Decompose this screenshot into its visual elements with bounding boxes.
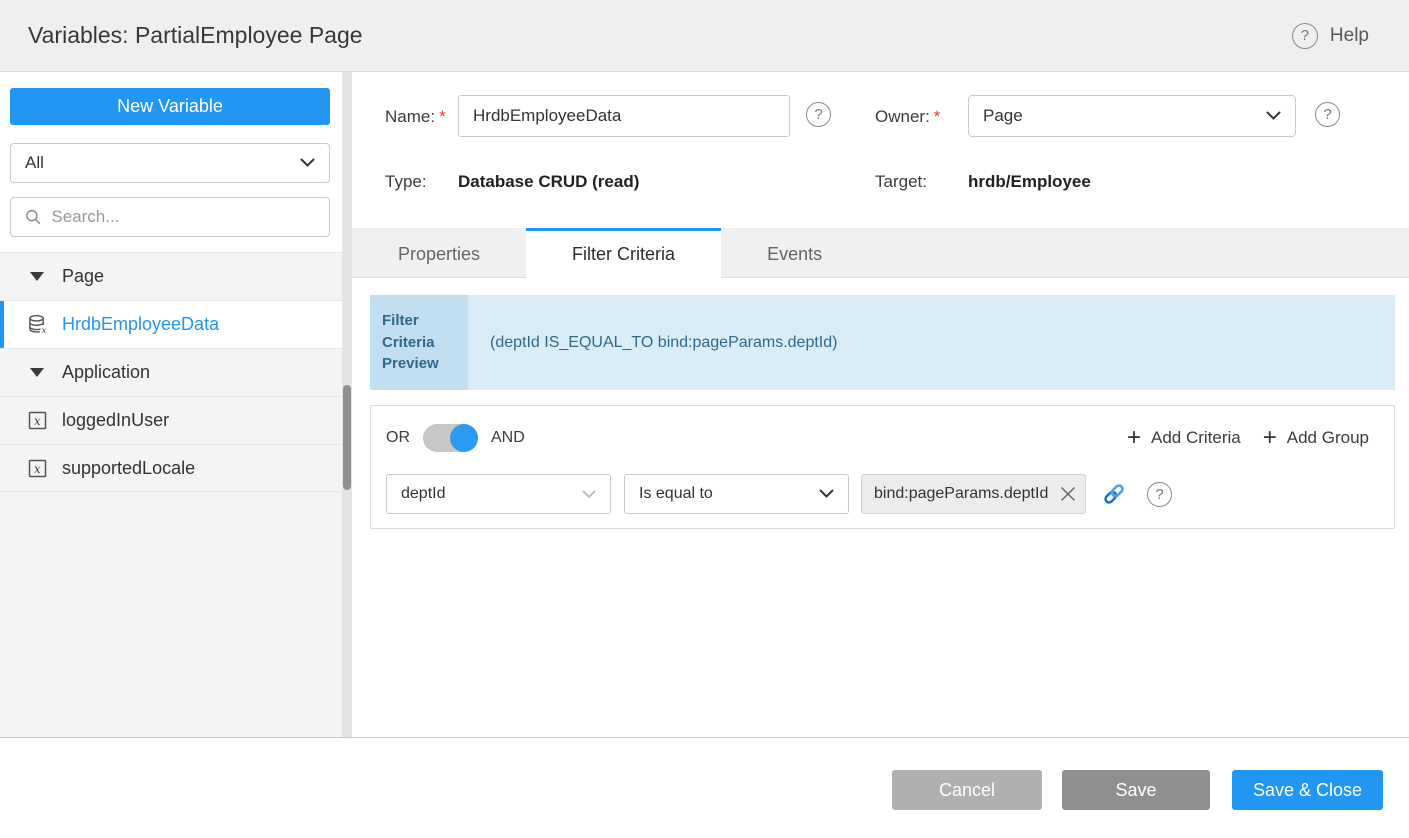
criteria-help-icon[interactable]: ?: [1147, 482, 1172, 507]
required-asterisk: *: [934, 107, 941, 126]
variable-icon: x: [26, 459, 48, 478]
svg-text:x: x: [34, 414, 41, 428]
preview-value: (deptId IS_EQUAL_TO bind:pageParams.dept…: [468, 295, 1395, 390]
criteria-editor: OR AND + Add Criteria + Add Group deptId: [370, 405, 1395, 529]
tab-properties[interactable]: Properties: [352, 228, 526, 277]
chevron-down-icon: [819, 489, 834, 499]
bound-value-text: bind:pageParams.deptId: [874, 485, 1048, 503]
collapse-triangle-icon[interactable]: [26, 272, 48, 281]
operator-select[interactable]: Is equal to: [624, 474, 849, 514]
cancel-button[interactable]: Cancel: [892, 770, 1042, 810]
operator-select-value: Is equal to: [639, 485, 713, 503]
help-button[interactable]: ? Help: [1292, 23, 1369, 49]
preview-label: Filter Criteria Preview: [370, 295, 468, 390]
help-circle-icon: ?: [1292, 23, 1318, 49]
criteria-row: deptId Is equal to bind:pageParams.deptI…: [386, 474, 1172, 514]
svg-text:x: x: [34, 462, 41, 476]
field-select-value: deptId: [401, 485, 445, 503]
tree-item-label: supportedLocale: [62, 458, 195, 479]
tree-item-supportedlocale[interactable]: x supportedLocale: [0, 444, 342, 492]
tree-group-application[interactable]: Application: [0, 348, 342, 396]
required-asterisk: *: [439, 107, 446, 126]
or-label: OR: [386, 429, 410, 447]
search-icon: [25, 208, 41, 226]
and-label: AND: [491, 429, 525, 447]
toggle-knob: [450, 424, 478, 452]
chevron-down-icon: [582, 490, 596, 499]
save-close-button[interactable]: Save & Close: [1232, 770, 1383, 810]
collapse-triangle-icon[interactable]: [26, 368, 48, 377]
type-label: Type:: [385, 172, 427, 192]
dialog-footer: Cancel Save Save & Close: [0, 737, 1409, 838]
search-input[interactable]: [51, 207, 315, 227]
save-button[interactable]: Save: [1062, 770, 1210, 810]
remove-binding-icon[interactable]: [1059, 485, 1077, 503]
page-title: Variables: PartialEmployee Page: [28, 22, 363, 49]
dialog-header: Variables: PartialEmployee Page ? Help: [0, 0, 1409, 72]
help-label: Help: [1330, 25, 1369, 47]
tab-filter-criteria[interactable]: Filter Criteria: [526, 228, 721, 278]
tab-events[interactable]: Events: [721, 228, 868, 277]
add-criteria-button[interactable]: + Add Criteria: [1127, 426, 1241, 450]
sidebar-scrollbar[interactable]: [342, 72, 352, 737]
tree-group-page[interactable]: Page: [0, 252, 342, 300]
variable-tree: Page x HrdbEmployeeData Application: [0, 252, 342, 737]
target-label: Target:: [875, 172, 927, 192]
type-value: Database CRUD (read): [458, 172, 639, 192]
tree-item-label: loggedInUser: [62, 410, 169, 431]
tree-item-loggedinuser[interactable]: x loggedInUser: [0, 396, 342, 444]
tree-group-label: Page: [62, 266, 104, 287]
add-group-button[interactable]: + Add Group: [1263, 426, 1369, 450]
variable-filter-value: All: [25, 153, 44, 173]
detail-tabbar: Properties Filter Criteria Events: [352, 228, 1409, 278]
chevron-down-icon: [300, 158, 315, 168]
owner-label: Owner:*: [875, 107, 940, 127]
plus-icon: +: [1127, 426, 1141, 450]
database-icon: x: [26, 314, 48, 335]
name-label: Name:*: [385, 107, 446, 127]
tree-group-label: Application: [62, 362, 150, 383]
or-and-toggle[interactable]: [423, 424, 478, 452]
variable-detail-panel: Name:* ? Owner:* Page ? Type: Database C…: [352, 72, 1409, 737]
add-buttons: + Add Criteria + Add Group: [1127, 426, 1369, 450]
name-input[interactable]: [458, 95, 790, 137]
owner-help-icon[interactable]: ?: [1315, 102, 1340, 127]
filter-criteria-preview: Filter Criteria Preview (deptId IS_EQUAL…: [370, 295, 1395, 390]
chevron-down-icon: [1266, 111, 1281, 121]
bind-link-icon[interactable]: [1101, 481, 1127, 507]
variable-search[interactable]: [10, 197, 330, 237]
bound-value-chip[interactable]: bind:pageParams.deptId: [861, 474, 1086, 514]
new-variable-button[interactable]: New Variable: [10, 88, 330, 125]
name-help-icon[interactable]: ?: [806, 102, 831, 127]
variables-sidebar: New Variable All Page: [0, 72, 342, 737]
logic-toggle-row: OR AND: [386, 424, 525, 452]
variable-icon: x: [26, 411, 48, 430]
field-select[interactable]: deptId: [386, 474, 611, 514]
tree-item-hrdbemployeedata[interactable]: x HrdbEmployeeData: [0, 300, 342, 348]
variable-filter-select[interactable]: All: [10, 143, 330, 183]
owner-select-value: Page: [983, 106, 1023, 126]
sidebar-scrollbar-thumb[interactable]: [343, 385, 351, 490]
tree-item-label: HrdbEmployeeData: [62, 314, 219, 335]
svg-text:x: x: [41, 326, 46, 335]
target-value: hrdb/Employee: [968, 172, 1091, 192]
owner-select[interactable]: Page: [968, 95, 1296, 137]
plus-icon: +: [1263, 426, 1277, 450]
